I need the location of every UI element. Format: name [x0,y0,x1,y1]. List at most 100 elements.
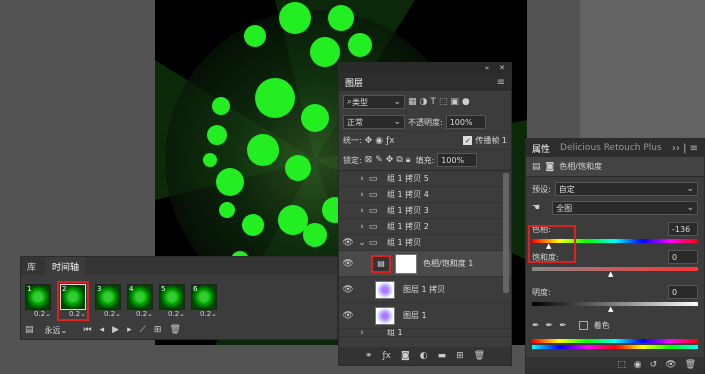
clip-to-layer-icon[interactable]: ⬚ [617,360,626,370]
frame-thumbnail[interactable]: 6 [191,284,217,310]
previous-frame-icon[interactable]: ◂ [100,325,105,335]
lightness-slider-thumb[interactable]: ▲ [608,305,613,313]
frame-item[interactable]: 1 0.2⌄ [25,284,51,318]
hue-input[interactable]: -136 [668,222,698,236]
panel-menu-icon[interactable]: ›› | ≡ [672,143,698,154]
eye-icon[interactable]: 👁︎ [339,259,357,269]
pixel-filter-icon[interactable]: ▦ [408,97,417,107]
eyedropper-add-icon[interactable]: ✒ [546,321,554,331]
layer-row[interactable]: 👁︎ 图层 1 拷贝 [339,277,511,303]
frame-item-selected[interactable]: 2 0.2⌄ [57,281,89,321]
adjustment-icon[interactable]: ▤ [371,254,391,273]
colorize-checkbox[interactable] [578,321,588,330]
chevron-right-icon[interactable]: › [357,206,367,216]
tab-library[interactable]: 库 [27,260,36,273]
tab-timeline[interactable]: 时间轴 [46,256,86,276]
opacity-input[interactable]: 100% [445,115,486,129]
filter-kind-select[interactable]: ⌕ 类型 ⌄ [343,95,405,109]
trash-icon[interactable]: 🗑︎ [169,325,180,335]
frame-item[interactable]: 4 0.2⌄ [127,284,153,318]
chevron-right-icon[interactable]: › [357,174,367,184]
unify-position-icon[interactable]: ✥ [365,136,373,146]
eye-icon[interactable]: 👁︎ [339,311,357,321]
frame-item[interactable]: 6 0.2⌄ [191,284,217,318]
tab-delicious-retouch[interactable]: Delicious Retouch Plus [560,143,662,153]
layer-row[interactable]: › 组 1 [339,329,511,337]
convert-timeline-icon[interactable]: ▤ [25,325,34,335]
chevron-down-icon[interactable]: ⌄ [357,238,367,248]
lock-all-icon[interactable]: 🔒︎ [406,155,411,165]
preset-select[interactable]: 自定 ⌄ [554,182,698,196]
layers-scrollbar[interactable] [503,173,509,293]
eyedropper-icon[interactable]: ✒ [532,321,540,331]
frame-delay[interactable]: 0.2 [168,310,179,318]
blend-mode-select[interactable]: 正常 ⌄ [343,115,405,129]
frame-item[interactable]: 5 0.2⌄ [159,284,185,318]
layer-row[interactable]: › ▭ 组 1 拷贝 4 [339,187,511,203]
collapse-icon[interactable]: « [485,64,489,72]
frame-thumbnail[interactable]: 4 [127,284,153,310]
eye-icon[interactable]: 👁︎ [339,285,357,295]
mask-icon[interactable]: ◙ [546,162,555,172]
saturation-slider-thumb[interactable]: ▲ [608,270,613,278]
new-group-icon[interactable]: ▬ [438,351,447,361]
lock-transparency-icon[interactable]: ⊠ [365,155,373,165]
shape-filter-icon[interactable]: ⬚ [439,97,448,107]
lock-artboard-icon[interactable]: ⧉ [396,155,402,165]
tab-layers[interactable]: 图层 [345,76,363,89]
eyedropper-subtract-icon[interactable]: ✒ [559,321,567,331]
lock-position-icon[interactable]: ✥ [386,155,394,165]
type-filter-icon[interactable]: T [430,97,436,107]
view-previous-icon[interactable]: ◉ [634,360,642,370]
close-icon[interactable]: ✕ [499,64,505,72]
chevron-right-icon[interactable]: › [357,329,367,336]
panel-menu-icon[interactable]: ≡ [497,77,505,88]
first-frame-icon[interactable]: ⏮ [84,325,92,335]
eye-icon[interactable]: 👁︎ [339,238,357,248]
adjustment-filter-icon[interactable]: ◑ [420,97,428,107]
duplicate-frame-icon[interactable]: ⊞ [154,325,162,335]
unify-style-icon[interactable]: ƒx [386,136,395,146]
frame-thumbnail[interactable]: 2 [60,284,86,310]
eye-icon[interactable]: 👁︎ [665,360,676,370]
layer-row[interactable]: › ▭ 组 1 拷贝 2 [339,219,511,235]
hand-target-icon[interactable]: ☚ [532,203,540,213]
unify-visibility-icon[interactable]: ◉ [375,136,383,146]
frame-delay[interactable]: 0.2 [200,310,211,318]
reset-icon[interactable]: ↺ [650,360,658,370]
frame-delay[interactable]: 0.2 [34,310,45,318]
trash-icon[interactable]: 🗑︎ [685,360,696,370]
layer-row[interactable]: 👁︎ 图层 1 [339,303,511,329]
chevron-right-icon[interactable]: › [357,190,367,200]
layer-row[interactable]: 👁︎ ⌄ ▭ 组 1 拷贝 [339,235,511,251]
layer-row[interactable]: › ▭ 组 1 拷贝 5 [339,171,511,187]
frame-item[interactable]: 3 0.2⌄ [95,284,121,318]
propagate-checkbox[interactable]: ✓ [463,136,473,145]
play-icon[interactable]: ▶ [112,325,119,335]
adjustment-layer-icon[interactable]: ◐ [420,351,428,361]
smart-object-filter-icon[interactable]: ▣ [450,97,459,107]
chevron-right-icon[interactable]: › [357,222,367,232]
tab-properties[interactable]: 属性 [532,142,550,155]
frame-delay[interactable]: 0.2 [69,310,80,318]
next-frame-icon[interactable]: ▸ [127,325,132,335]
frame-thumbnail[interactable]: 1 [25,284,51,310]
layer-row[interactable]: › ▭ 组 1 拷贝 3 [339,203,511,219]
saturation-input[interactable]: 0 [668,250,698,264]
trash-icon[interactable]: 🗑︎ [474,351,485,361]
lightness-input[interactable]: 0 [668,285,698,299]
link-icon[interactable]: ⚭ [365,351,373,361]
layer-row[interactable]: 👁︎ ▤ 色相/饱和度 1 [339,251,511,277]
loop-select[interactable]: 永远 ⌄ [42,323,76,337]
lock-pixels-icon[interactable]: ✎ [375,155,383,165]
add-mask-icon[interactable]: ◙ [401,351,410,361]
frame-delay[interactable]: 0.2 [104,310,115,318]
frame-delay[interactable]: 0.2 [136,310,147,318]
fx-icon[interactable]: ƒx [382,351,391,361]
fill-input[interactable]: 100% [437,153,478,167]
layer-mask-thumbnail[interactable] [395,253,417,274]
frame-thumbnail[interactable]: 5 [159,284,185,310]
tween-icon[interactable]: ⟋ [140,325,146,335]
new-layer-icon[interactable]: ⊞ [456,351,464,361]
filter-toggle-icon[interactable]: ● [462,97,470,107]
